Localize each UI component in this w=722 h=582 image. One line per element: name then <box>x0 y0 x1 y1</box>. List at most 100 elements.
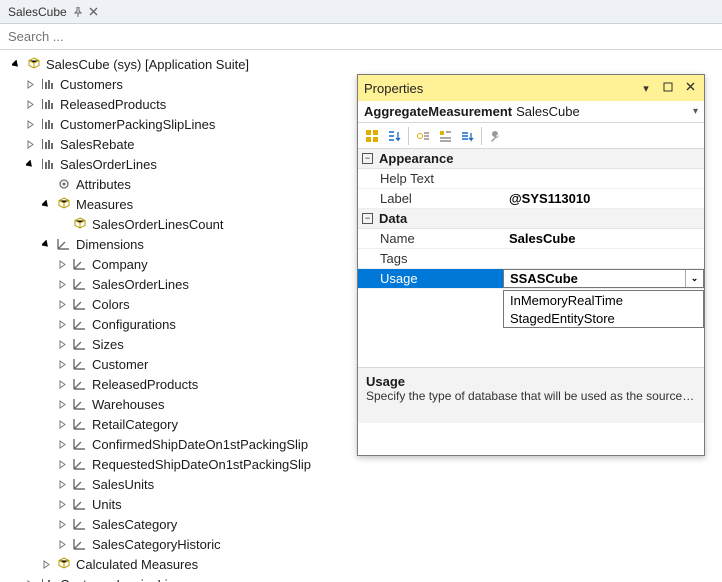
measure-group-icon <box>40 576 56 582</box>
expander-icon[interactable] <box>56 518 68 530</box>
collapse-icon[interactable]: − <box>362 213 373 224</box>
tree-item[interactable]: Sizes <box>92 337 124 352</box>
expander-icon[interactable] <box>56 358 68 370</box>
window-options-icon[interactable]: ▾ <box>638 82 654 95</box>
expander-icon[interactable] <box>24 118 36 130</box>
tree-item[interactable]: Units <box>92 497 122 512</box>
expander-icon[interactable] <box>56 538 68 550</box>
tree-item[interactable]: RequestedShipDateOn1stPackingSlip <box>92 457 311 472</box>
tree-root-label[interactable]: SalesCube (sys) [Application Suite] <box>46 57 249 72</box>
tree-item[interactable]: Colors <box>92 297 130 312</box>
tree-item[interactable]: Customer <box>92 357 148 372</box>
object-selector[interactable]: AggregateMeasurement SalesCube ▾ <box>358 101 704 123</box>
properties-titlebar[interactable]: Properties ▾ <box>358 75 704 101</box>
category-data[interactable]: −Data <box>358 209 704 229</box>
expander-icon[interactable] <box>56 478 68 490</box>
expander-icon[interactable] <box>24 158 36 170</box>
expander-icon[interactable] <box>56 438 68 450</box>
tree-item[interactable]: ReleasedProducts <box>60 97 166 112</box>
tree-item[interactable]: SalesRebate <box>60 137 134 152</box>
tree-item[interactable]: Warehouses <box>92 397 165 412</box>
expander-icon[interactable] <box>56 458 68 470</box>
dimension-icon <box>72 496 88 512</box>
maximize-icon[interactable] <box>660 82 676 95</box>
tree-item[interactable]: Configurations <box>92 317 176 332</box>
tree-item[interactable]: SalesCategory <box>92 517 177 532</box>
tree-item[interactable]: Attributes <box>76 177 131 192</box>
expander-icon[interactable] <box>24 578 36 582</box>
expander-icon[interactable] <box>56 418 68 430</box>
tree-item[interactable]: SalesOrderLinesCount <box>92 217 224 232</box>
expander-icon[interactable] <box>56 398 68 410</box>
close-icon[interactable] <box>89 7 98 16</box>
prop-label[interactable]: Label@SYS113010 <box>358 189 704 209</box>
expander-icon[interactable] <box>56 378 68 390</box>
measure-group-icon <box>40 76 56 92</box>
toolbar-icon[interactable] <box>457 126 477 146</box>
expander-icon[interactable] <box>40 558 52 570</box>
dimension-icon <box>72 516 88 532</box>
attributes-icon <box>56 176 72 192</box>
tree-item[interactable]: SalesUnits <box>92 477 154 492</box>
tree-item[interactable]: Customers <box>60 77 123 92</box>
expander-icon[interactable] <box>56 318 68 330</box>
tree-item[interactable]: Company <box>92 257 148 272</box>
usage-dropdown: InMemoryRealTime StagedEntityStore <box>503 290 704 328</box>
toolbar-icon[interactable] <box>435 126 455 146</box>
tree-item[interactable]: SalesCategoryHistoric <box>92 537 221 552</box>
measure-group-icon <box>40 136 56 152</box>
measure-icon <box>72 216 88 232</box>
prop-usage[interactable]: Usage SSASCube ⌄ InMemoryRealTime Staged… <box>358 269 704 289</box>
tree-item[interactable]: RetailCategory <box>92 417 178 432</box>
expander-icon[interactable] <box>24 78 36 90</box>
editor-tab[interactable]: SalesCube <box>0 0 106 23</box>
expander-icon[interactable] <box>56 498 68 510</box>
expander-icon[interactable] <box>24 98 36 110</box>
desc-heading: Usage <box>366 374 696 389</box>
dimension-icon <box>72 376 88 392</box>
tree-item[interactable]: Measures <box>76 197 133 212</box>
close-icon[interactable] <box>682 82 698 94</box>
expander-icon[interactable] <box>56 338 68 350</box>
tree-item[interactable]: ConfirmedShipDateOn1stPackingSlip <box>92 437 308 452</box>
dropdown-option[interactable]: InMemoryRealTime <box>504 291 703 309</box>
dropdown-option[interactable]: StagedEntityStore <box>504 309 703 327</box>
expander-icon[interactable] <box>56 278 68 290</box>
dimension-icon <box>72 436 88 452</box>
categorized-icon[interactable] <box>362 126 382 146</box>
search-input[interactable] <box>0 24 722 49</box>
tree-item[interactable]: Dimensions <box>76 237 144 252</box>
tree-item[interactable]: Calculated Measures <box>76 557 198 572</box>
collapse-icon[interactable]: − <box>362 153 373 164</box>
search-bar <box>0 24 722 50</box>
tree-item[interactable]: SalesOrderLines <box>60 157 157 172</box>
property-description: Usage Specify the type of database that … <box>358 367 704 423</box>
expander-icon[interactable] <box>40 238 52 250</box>
prop-name[interactable]: NameSalesCube <box>358 229 704 249</box>
expander-icon[interactable] <box>56 298 68 310</box>
dimensions-icon <box>56 236 72 252</box>
prop-help-text[interactable]: Help Text <box>358 169 704 189</box>
tree-item[interactable]: ReleasedProducts <box>92 377 198 392</box>
expander-icon[interactable] <box>56 258 68 270</box>
tree-item[interactable]: CustomerPackingSlipLines <box>60 117 215 132</box>
measure-group-icon <box>40 116 56 132</box>
pin-icon[interactable] <box>73 7 83 17</box>
prop-tags[interactable]: Tags <box>358 249 704 269</box>
alphabetical-icon[interactable] <box>384 126 404 146</box>
dimension-icon <box>72 456 88 472</box>
category-appearance[interactable]: −Appearance <box>358 149 704 169</box>
expander-icon[interactable] <box>24 138 36 150</box>
dimension-icon <box>72 396 88 412</box>
wrench-icon[interactable] <box>486 126 506 146</box>
properties-grid: −Appearance Help Text Label@SYS113010 −D… <box>358 149 704 367</box>
tree-item[interactable]: CustomerInvoiceLines <box>60 577 189 582</box>
tree-item[interactable]: SalesOrderLines <box>92 277 189 292</box>
expander-icon[interactable] <box>10 58 22 70</box>
properties-toolbar <box>358 123 704 149</box>
expander-icon[interactable] <box>40 198 52 210</box>
chevron-down-icon[interactable]: ⌄ <box>685 270 703 287</box>
tab-title: SalesCube <box>8 5 67 19</box>
toolbar-icon[interactable] <box>413 126 433 146</box>
usage-value-cell[interactable]: SSASCube ⌄ InMemoryRealTime StagedEntity… <box>503 269 704 288</box>
